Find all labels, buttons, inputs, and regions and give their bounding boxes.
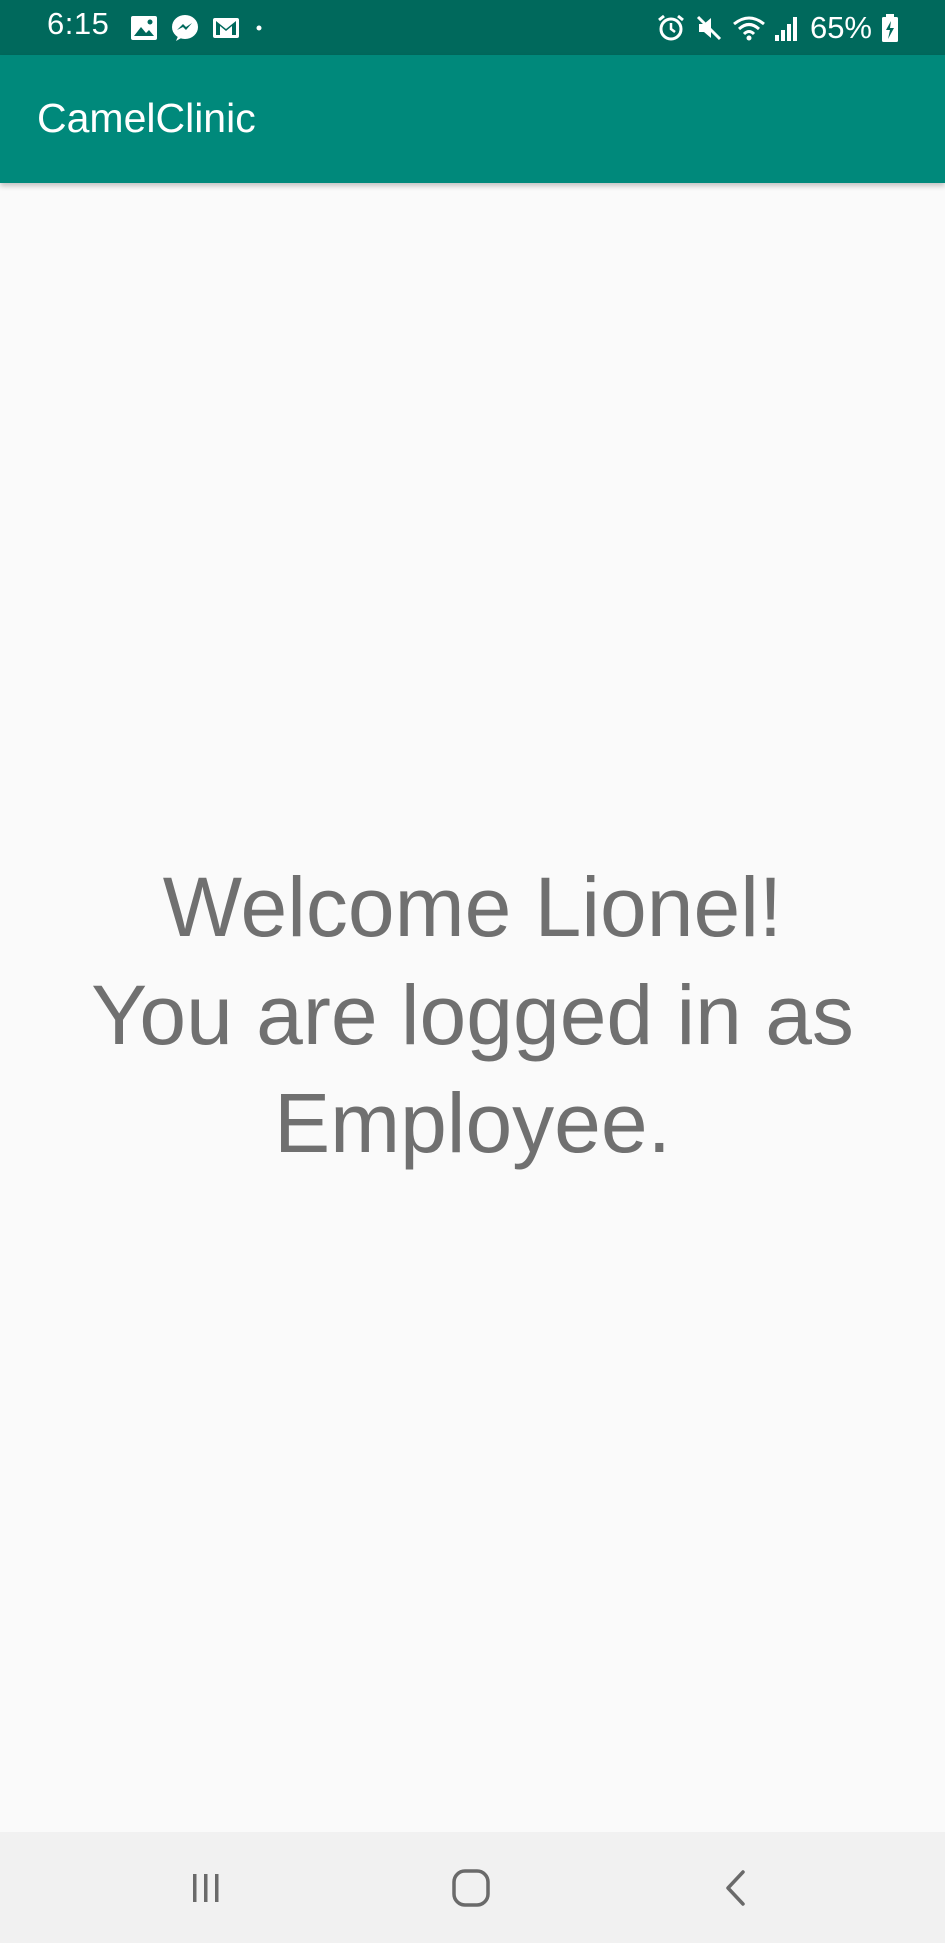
gmail-icon [211, 13, 241, 43]
navigation-bar [0, 1832, 945, 1943]
recent-apps-button[interactable] [178, 1860, 234, 1916]
signal-icon [774, 13, 800, 43]
status-bar: 6:15 65% [0, 0, 945, 55]
recent-apps-icon [193, 1874, 219, 1902]
app-bar: CamelClinic [0, 55, 945, 183]
app-title: CamelClinic [37, 95, 256, 141]
wifi-icon [732, 13, 766, 43]
welcome-line-1: Welcome Lionel! [162, 860, 783, 954]
mute-icon [694, 13, 724, 43]
back-button[interactable] [708, 1860, 764, 1916]
home-icon [452, 1869, 490, 1907]
image-icon [129, 13, 159, 43]
back-icon [726, 1870, 745, 1906]
battery-percent: 65% [809, 10, 872, 45]
welcome-line-3: Employee. [274, 1076, 671, 1170]
welcome-line-2: You are logged in as [91, 968, 854, 1062]
status-right: 65% [656, 6, 900, 50]
welcome-message: Welcome Lionel! You are logged in as Emp… [30, 853, 915, 1177]
battery-icon [880, 13, 900, 43]
messenger-icon [170, 13, 200, 43]
main-content: Welcome Lionel! You are logged in as Emp… [0, 183, 945, 1832]
notification-icons [129, 12, 266, 44]
status-time: 6:15 [47, 6, 110, 41]
home-button[interactable] [443, 1860, 499, 1916]
dot-icon [252, 13, 266, 43]
alarm-icon [656, 13, 686, 43]
